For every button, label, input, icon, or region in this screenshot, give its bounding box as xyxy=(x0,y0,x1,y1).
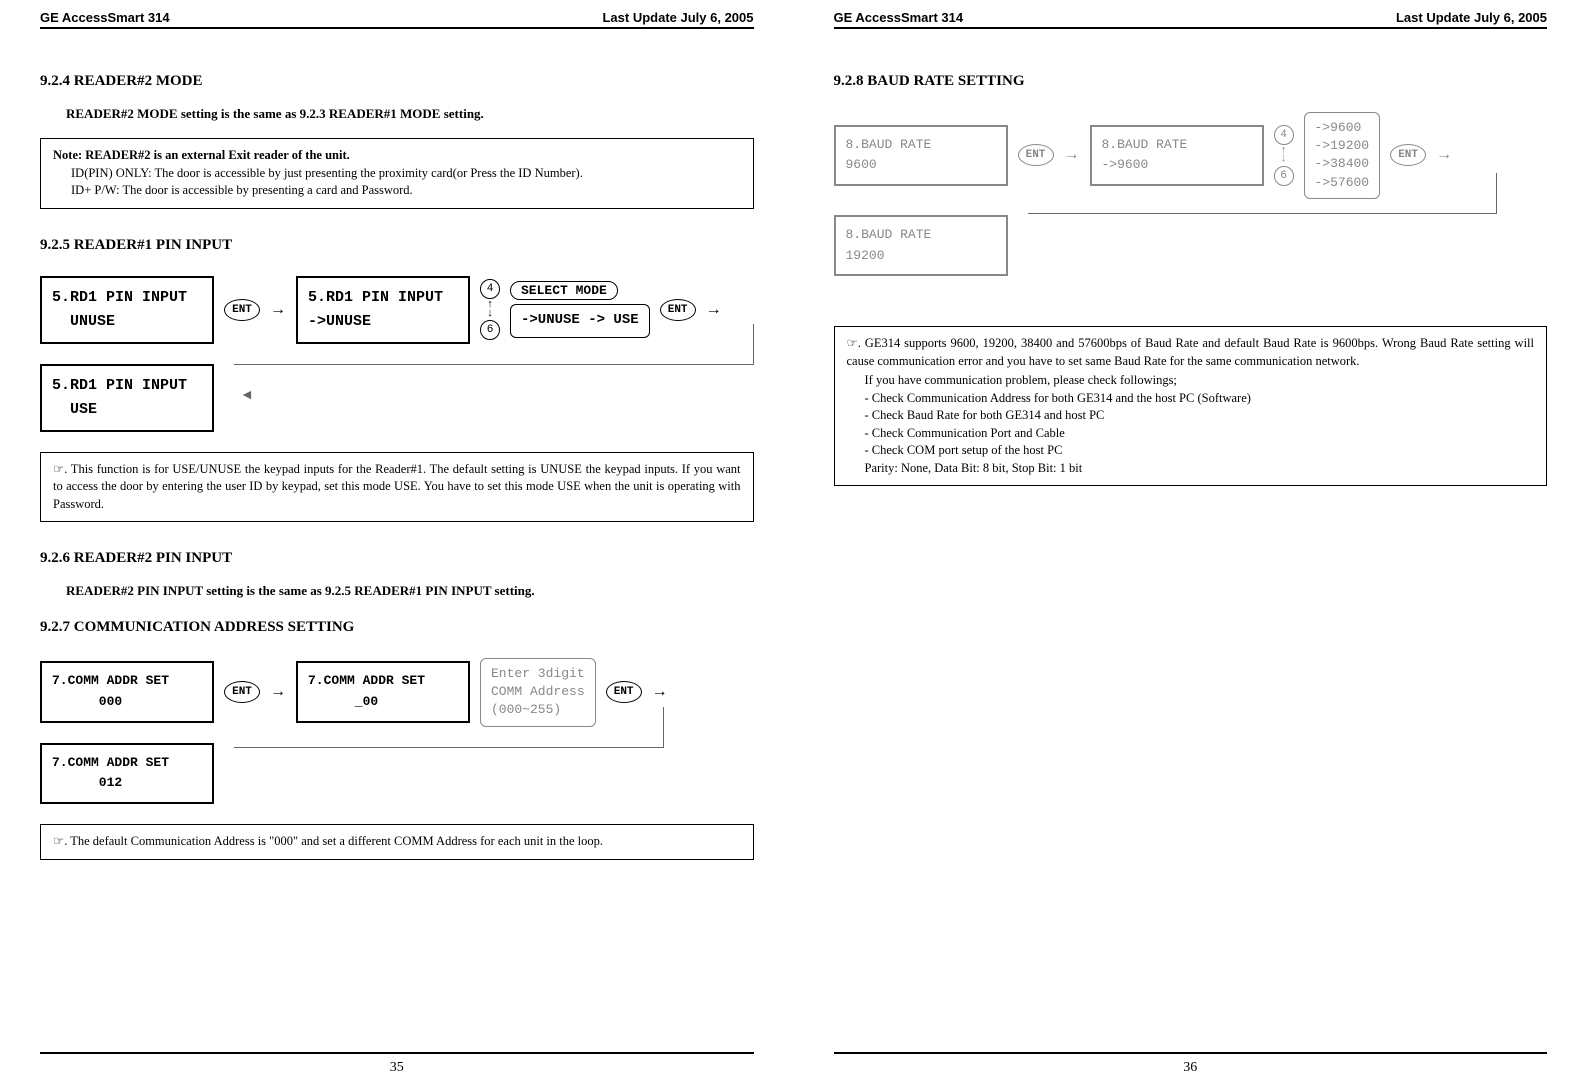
ent-button[interactable]: ENT xyxy=(1390,144,1426,166)
last-update: Last Update July 6, 2005 xyxy=(602,10,753,25)
product-name: GE AccessSmart 314 xyxy=(834,10,964,25)
section-925-tip: ☞. This function is for USE/UNUSE the ke… xyxy=(40,452,754,523)
lcd-screen: 5.RD1 PIN INPUT UNUSE xyxy=(40,276,214,344)
ent-button[interactable]: ENT xyxy=(1018,144,1054,166)
section-927-heading: 9.2.7 COMMUNICATION ADDRESS SETTING xyxy=(40,619,754,636)
note-line-2: ID+ P/W: The door is accessible by prese… xyxy=(71,182,741,200)
section-924-heading: 9.2.4 READER#2 MODE xyxy=(40,73,754,90)
section-924-sub: READER#2 MODE setting is the same as 9.2… xyxy=(66,106,754,122)
page-header: GE AccessSmart 314 Last Update July 6, 2… xyxy=(40,10,754,29)
ent-button[interactable]: ENT xyxy=(224,681,260,703)
section-928-heading: 9.2.8 BAUD RATE SETTING xyxy=(834,73,1548,90)
key-4[interactable]: 4 xyxy=(480,279,500,299)
loopback-line xyxy=(234,324,754,365)
ent-button[interactable]: ENT xyxy=(606,681,642,703)
page-right: GE AccessSmart 314 Last Update July 6, 2… xyxy=(794,0,1587,1086)
tip-line: - Check Communication Port and Cable xyxy=(865,425,1535,443)
page-number: 35 xyxy=(390,1060,404,1075)
page-left: GE AccessSmart 314 Last Update July 6, 2… xyxy=(0,0,794,1086)
up-down-icon: ↑↓ xyxy=(487,301,494,319)
arrow-right-icon: → xyxy=(1064,146,1080,164)
section-924-note: Note: READER#2 is an external Exit reade… xyxy=(40,138,754,209)
arrow-right-icon: → xyxy=(270,301,286,319)
section-926-heading: 9.2.6 READER#2 PIN INPUT xyxy=(40,550,754,567)
loopback-line xyxy=(1028,173,1498,214)
section-928-tip: ☞. GE314 supports 9600, 19200, 38400 and… xyxy=(834,326,1548,486)
tip-text: ☞. This function is for USE/UNUSE the ke… xyxy=(53,462,741,511)
arrow-right-icon: → xyxy=(652,683,668,701)
note-line-1: ID(PIN) ONLY: The door is accessible by … xyxy=(71,165,741,183)
section-927-flow: 7.COMM ADDR SET 000 ENT → 7.COMM ADDR SE… xyxy=(40,652,754,804)
last-update: Last Update July 6, 2005 xyxy=(1396,10,1547,25)
tip-line: - Check COM port setup of the host PC xyxy=(865,442,1535,460)
page-footer: 36 xyxy=(834,1052,1548,1076)
arrow-right-icon: → xyxy=(1436,146,1452,164)
tip-text: ☞. The default Communication Address is … xyxy=(53,834,603,848)
tip-line: - Check Communication Address for both G… xyxy=(865,390,1535,408)
section-928-flow: 8.BAUD RATE 9600 ENT → 8.BAUD RATE ->960… xyxy=(834,106,1548,276)
tip-line: - Check Baud Rate for both GE314 and hos… xyxy=(865,407,1535,425)
page-footer: 35 xyxy=(40,1052,754,1076)
tip-intro: ☞. GE314 supports 9600, 19200, 38400 and… xyxy=(847,335,1535,370)
up-down-icon: ↑↓ xyxy=(1280,147,1287,165)
lcd-screen: 8.BAUD RATE 9600 xyxy=(834,125,1008,187)
section-927-tip: ☞. The default Communication Address is … xyxy=(40,824,754,860)
tip-line: If you have communication problem, pleas… xyxy=(865,372,1535,390)
loopback-line xyxy=(234,707,664,748)
ent-button[interactable]: ENT xyxy=(224,299,260,321)
page-header: GE AccessSmart 314 Last Update July 6, 2… xyxy=(834,10,1548,29)
note-title: Note: READER#2 is an external Exit reade… xyxy=(53,148,350,162)
lcd-screen: 7.COMM ADDR SET 000 xyxy=(40,661,214,723)
product-name: GE AccessSmart 314 xyxy=(40,10,170,25)
arrow-right-icon: → xyxy=(270,683,286,701)
arrow-right-icon: → xyxy=(706,301,722,319)
ent-button[interactable]: ENT xyxy=(660,299,696,321)
section-925-heading: 9.2.5 READER#1 PIN INPUT xyxy=(40,237,754,254)
key-4[interactable]: 4 xyxy=(1274,125,1294,145)
loopback-arrow-icon: ◄ xyxy=(240,388,254,404)
tip-line: Parity: None, Data Bit: 8 bit, Stop Bit:… xyxy=(865,460,1535,478)
section-925-flow: 5.RD1 PIN INPUT UNUSE ENT → 5.RD1 PIN IN… xyxy=(40,270,754,432)
lcd-screen: 7.COMM ADDR SET 012 xyxy=(40,743,214,805)
lcd-screen: 5.RD1 PIN INPUT USE xyxy=(40,364,214,432)
select-mode-label: SELECT MODE xyxy=(510,281,618,300)
section-926-sub: READER#2 PIN INPUT setting is the same a… xyxy=(66,583,754,599)
lcd-screen: 8.BAUD RATE 19200 xyxy=(834,215,1008,277)
two-page-spread: GE AccessSmart 314 Last Update July 6, 2… xyxy=(0,0,1587,1086)
page-number: 36 xyxy=(1183,1060,1197,1075)
